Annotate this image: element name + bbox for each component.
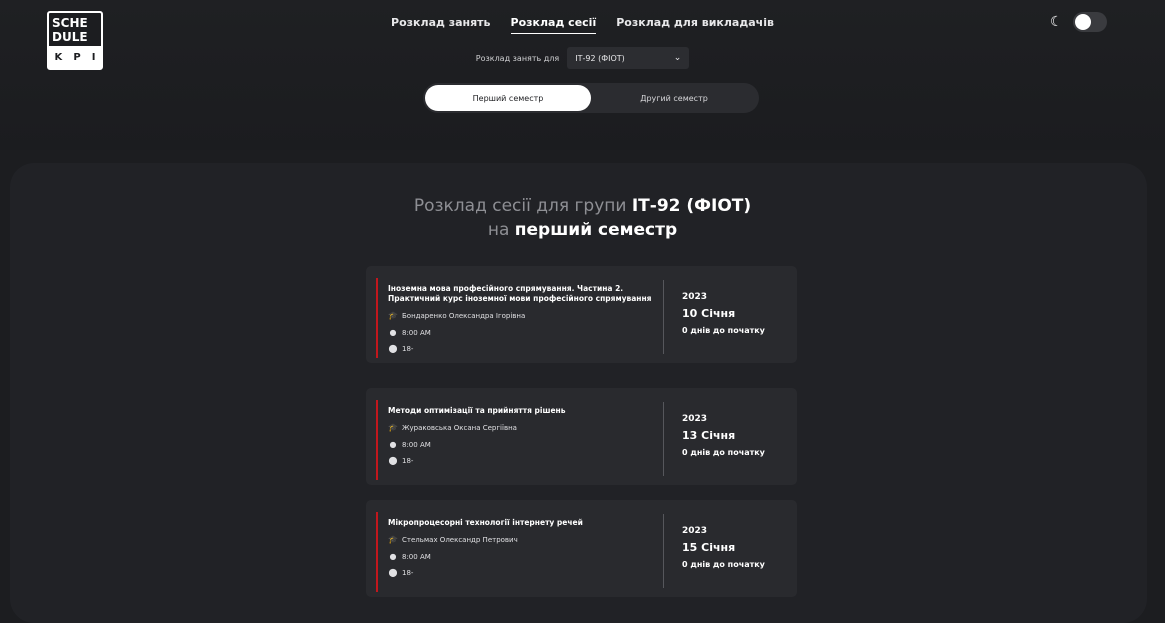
exam-year: 2023	[682, 526, 708, 536]
chevron-down-icon: ⌄	[673, 53, 682, 63]
exam-teacher-name: Стельмах Олександр Петрович	[402, 535, 518, 544]
exam-time: ● 8:00 AM	[388, 440, 431, 449]
location-icon: ⬤	[388, 568, 398, 577]
exam-subject: Методи оптимізації та прийняття рішень	[388, 406, 566, 415]
location-icon: ⬤	[388, 344, 398, 353]
exam-date: 10 Січня	[682, 307, 736, 320]
page-title: Розклад сесії для групи ІТ-92 (ФІОТ) на …	[0, 194, 1165, 242]
moon-icon: ☾	[1050, 14, 1063, 30]
group-select[interactable]: ІТ-92 (ФІОТ) ⌄	[567, 47, 690, 69]
group-selector-label: Розклад занять для	[475, 53, 560, 63]
title-line-2: на перший семестр	[0, 218, 1165, 242]
main-nav: Розклад занять Розклад сесії Розклад для…	[0, 16, 1165, 34]
exam-teacher-name: Бондаренко Олександра Ігорівна	[402, 311, 526, 320]
exam-teacher: 🎓 Жураковська Оксана Сергіївна	[388, 423, 517, 432]
exam-year: 2023	[682, 292, 708, 302]
graduation-cap-icon: 🎓	[388, 311, 398, 320]
exam-teacher-name: Жураковська Оксана Сергіївна	[402, 423, 517, 432]
clock-icon: ●	[389, 440, 397, 449]
toggle-knob	[1074, 14, 1091, 30]
nav-session[interactable]: Розклад сесії	[510, 16, 597, 34]
title-line-1: Розклад сесії для групи ІТ-92 (ФІОТ)	[0, 194, 1165, 218]
exam-room: ⬤ 18-	[388, 568, 414, 577]
card-divider	[663, 402, 664, 476]
exam-date: 15 Січня	[682, 541, 736, 554]
exam-subject: Мікропроцесорні технології інтернету реч…	[388, 518, 583, 527]
exam-year: 2023	[682, 414, 708, 424]
card-divider	[663, 280, 664, 354]
theme-switcher: ☾	[1050, 12, 1107, 32]
exam-time: ● 8:00 AM	[388, 552, 431, 561]
graduation-cap-icon: 🎓	[388, 535, 398, 544]
group-select-value: ІТ-92 (ФІОТ)	[575, 53, 625, 63]
location-icon: ⬤	[388, 456, 398, 465]
exam-room: ⬤ 18-	[388, 456, 414, 465]
exam-card[interactable]: Іноземна мова професійного спрямування. …	[366, 266, 797, 363]
graduation-cap-icon: 🎓	[388, 423, 398, 432]
header: SCHE DULE K P I Розклад занять Розклад с…	[0, 0, 1165, 150]
exam-stripe	[376, 278, 378, 358]
exam-card[interactable]: Мікропроцесорні технології інтернету реч…	[366, 500, 797, 597]
nav-lessons[interactable]: Розклад занять	[391, 16, 490, 34]
exam-teacher: 🎓 Стельмах Олександр Петрович	[388, 535, 518, 544]
title-on: на	[487, 220, 510, 240]
exam-subject: Іноземна мова професійного спрямування. …	[388, 284, 652, 303]
exam-room-value: 18-	[402, 456, 414, 465]
exam-time: ● 8:00 AM	[388, 328, 431, 337]
exam-room: ⬤ 18-	[388, 344, 414, 353]
group-selector-row: Розклад занять для ІТ-92 (ФІОТ) ⌄	[0, 47, 1165, 69]
exam-stripe	[376, 400, 378, 480]
exam-days-left: 0 днів до початку	[682, 560, 765, 569]
exam-teacher: 🎓 Бондаренко Олександра Ігорівна	[388, 311, 525, 320]
exam-time-value: 8:00 AM	[402, 328, 431, 337]
exam-date: 13 Січня	[682, 429, 736, 442]
exam-stripe	[376, 512, 378, 592]
clock-icon: ●	[389, 552, 397, 561]
semester-switch: Перший семестр Другий семестр	[423, 83, 759, 113]
title-prefix: Розклад сесії для групи	[413, 196, 627, 216]
title-semester: перший семестр	[514, 220, 678, 240]
title-group: ІТ-92 (ФІОТ)	[631, 196, 752, 216]
exam-card[interactable]: Методи оптимізації та прийняття рішень 🎓…	[366, 388, 797, 485]
first-semester-button[interactable]: Перший семестр	[425, 85, 591, 111]
exam-time-value: 8:00 AM	[402, 552, 431, 561]
exam-room-value: 18-	[402, 344, 414, 353]
exam-days-left: 0 днів до початку	[682, 448, 765, 457]
exam-room-value: 18-	[402, 568, 414, 577]
exam-days-left: 0 днів до початку	[682, 326, 765, 335]
exam-time-value: 8:00 AM	[402, 440, 431, 449]
theme-toggle[interactable]	[1072, 12, 1107, 32]
second-semester-button[interactable]: Другий семестр	[591, 85, 757, 111]
card-divider	[663, 514, 664, 588]
clock-icon: ●	[389, 328, 397, 337]
nav-teachers[interactable]: Розклад для викладачів	[616, 16, 774, 34]
